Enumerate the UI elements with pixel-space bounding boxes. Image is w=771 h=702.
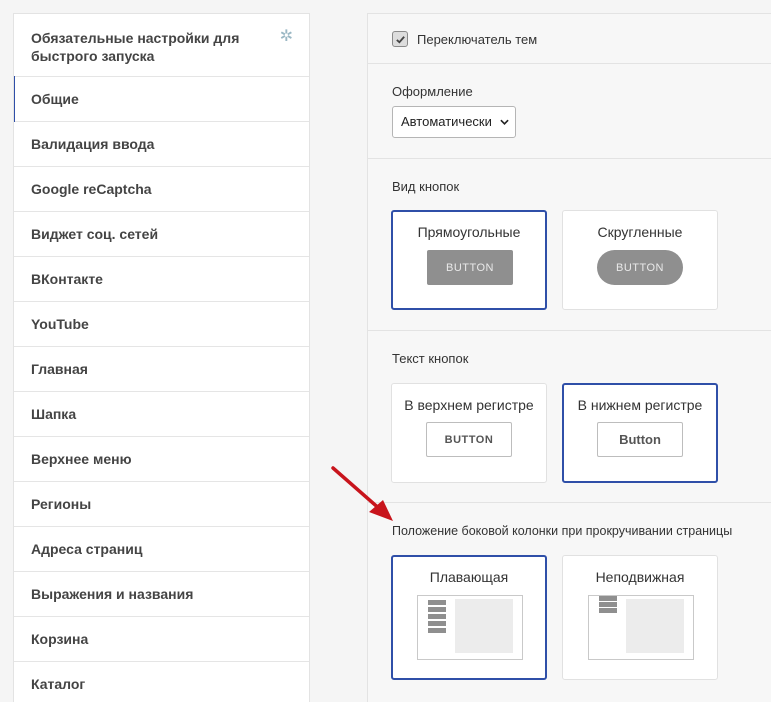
button-text-label: Текст кнопок: [392, 351, 469, 366]
preview-menu-bar: [428, 628, 446, 633]
preview-content-area: [455, 599, 513, 653]
sidebar-item-label: YouTube: [31, 316, 89, 332]
option-title: Скругленные: [597, 224, 683, 240]
theme-switch-section: Переключатель тем: [368, 14, 771, 64]
sidebar-item-label: Виджет соц. сетей: [31, 226, 159, 242]
option-title: Неподвижная: [595, 569, 685, 585]
design-select[interactable]: Автоматически: [392, 106, 516, 138]
theme-switch-label: Переключатель тем: [417, 31, 538, 47]
sidebar-item-header[interactable]: Шапка: [14, 392, 309, 437]
sidebar-item-label: Каталог: [31, 676, 86, 692]
sidebar-item-catalog[interactable]: Каталог: [14, 662, 309, 702]
sidebar-item-label: ВКонтакте: [31, 271, 103, 287]
sidebar-item-input-validation[interactable]: Валидация ввода: [14, 122, 309, 167]
preview-menu-bar: [599, 608, 617, 613]
uppercase-button-sample: BUTTON: [426, 422, 512, 457]
button-view-label: Вид кнопок: [392, 179, 460, 194]
sidebar-position-label: Положение боковой колонки при прокручива…: [392, 524, 733, 538]
settings-main-panel: Переключатель тем Оформление Автоматичес…: [367, 13, 771, 702]
option-title: Плавающая: [429, 569, 509, 585]
sidebar-position-section: Положение боковой колонки при прокручива…: [368, 503, 771, 702]
sidebar-item-youtube[interactable]: YouTube: [14, 302, 309, 347]
sidebar-header-quick-start[interactable]: Обязательные настройки для быстрого запу…: [14, 14, 309, 77]
checkmark-icon: [395, 35, 405, 44]
theme-switch-checkbox[interactable]: [392, 31, 408, 47]
preview-content-area: [626, 599, 684, 653]
lowercase-button-sample: Button: [597, 422, 683, 457]
red-arrow-icon: [331, 466, 393, 521]
sidebar-item-phrases[interactable]: Выражения и названия: [14, 572, 309, 617]
asterisk-icon: ✲: [279, 28, 293, 45]
design-select-value: Автоматически: [401, 114, 492, 129]
sidebar-item-label: Корзина: [31, 631, 89, 647]
rectangular-button-sample: BUTTON: [427, 250, 513, 285]
sidebar-item-label: Адреса страниц: [31, 541, 143, 557]
sidebar-item-label: Верхнее меню: [31, 451, 132, 467]
sidebar-item-social-widget[interactable]: Виджет соц. сетей: [14, 212, 309, 257]
floating-layout-preview: [417, 595, 523, 660]
sidebar-item-general[interactable]: Общие: [14, 76, 309, 122]
sidebar-header-label: Обязательные настройки для быстрого запу…: [31, 30, 240, 64]
fixed-layout-preview: [588, 595, 694, 660]
option-title: В нижнем регистре: [577, 397, 703, 413]
preview-menu-bar: [428, 607, 446, 612]
sidebar-item-label: Регионы: [31, 496, 92, 512]
settings-sidebar: Обязательные настройки для быстрого запу…: [13, 13, 310, 702]
sidebar-position-option-floating[interactable]: Плавающая: [391, 555, 547, 680]
sidebar-item-label: Главная: [31, 361, 88, 377]
preview-menu-bar: [599, 596, 617, 601]
sidebar-item-label: Общие: [31, 91, 79, 107]
sidebar-item-home[interactable]: Главная: [14, 347, 309, 392]
sidebar-item-label: Выражения и названия: [31, 586, 194, 602]
sidebar-position-option-fixed[interactable]: Неподвижная: [562, 555, 718, 680]
rounded-button-sample: BUTTON: [597, 250, 683, 285]
design-label: Оформление: [392, 84, 473, 99]
preview-menu-bar: [599, 602, 617, 607]
sidebar-item-page-urls[interactable]: Адреса страниц: [14, 527, 309, 572]
sidebar-item-vkontakte[interactable]: ВКонтакте: [14, 257, 309, 302]
button-text-option-uppercase[interactable]: В верхнем регистре BUTTON: [391, 383, 547, 483]
sidebar-item-cart[interactable]: Корзина: [14, 617, 309, 662]
sidebar-item-label: Шапка: [31, 406, 77, 422]
option-title: Прямоугольные: [417, 224, 521, 240]
preview-menu-bar: [428, 614, 446, 619]
sidebar-item-regions[interactable]: Регионы: [14, 482, 309, 527]
sidebar-item-label: Валидация ввода: [31, 136, 155, 152]
option-title: В верхнем регистре: [404, 397, 534, 413]
theme-switch-row[interactable]: Переключатель тем: [392, 31, 537, 47]
button-view-option-rectangular[interactable]: Прямоугольные BUTTON: [391, 210, 547, 310]
sidebar-item-label: Google reCaptcha: [31, 181, 152, 197]
design-section: Оформление Автоматически: [368, 64, 771, 159]
chevron-down-icon: [500, 119, 509, 125]
preview-menu-bar: [428, 600, 446, 605]
sidebar-item-recaptcha[interactable]: Google reCaptcha: [14, 167, 309, 212]
button-view-option-rounded[interactable]: Скругленные BUTTON: [562, 210, 718, 310]
button-text-option-lowercase[interactable]: В нижнем регистре Button: [562, 383, 718, 483]
button-text-section: Текст кнопок В верхнем регистре BUTTON В…: [368, 331, 771, 503]
button-view-section: Вид кнопок Прямоугольные BUTTON Скруглен…: [368, 159, 771, 331]
preview-menu-bar: [428, 621, 446, 626]
sidebar-item-top-menu[interactable]: Верхнее меню: [14, 437, 309, 482]
